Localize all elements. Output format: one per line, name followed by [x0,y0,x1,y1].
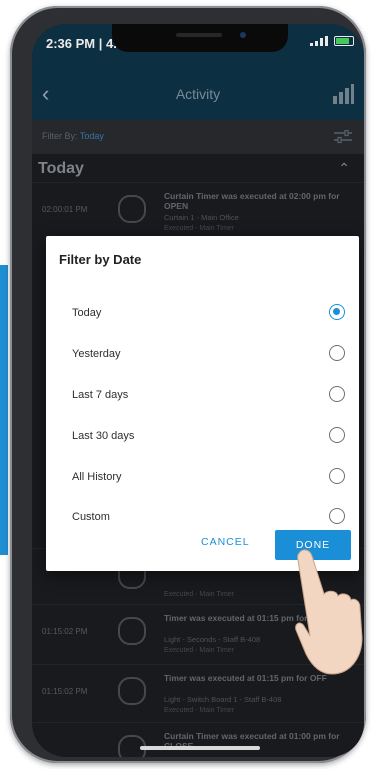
cancel-button[interactable]: CANCEL [201,536,250,548]
radio-button[interactable] [329,345,345,361]
option-label: Today [72,307,102,319]
phone-frame: 2:36 PM | 4.. ‹ Activity Filter By: Toda… [10,6,366,763]
dialog-title: Filter by Date [59,252,142,267]
option-label: Last 30 days [72,430,135,442]
option-label: Custom [72,511,110,523]
radio-button[interactable] [329,468,345,484]
phone-screen: 2:36 PM | 4.. ‹ Activity Filter By: Toda… [32,24,364,757]
radio-button[interactable] [329,427,345,443]
option-yesterday[interactable]: Yesterday [46,336,359,374]
option-today[interactable]: Today [46,295,359,333]
option-label: Last 7 days [72,389,129,401]
radio-dot [333,308,340,315]
radio-button-selected[interactable] [329,304,345,320]
filter-date-dialog: Filter by Date Today Yesterday Last 7 da… [46,236,359,571]
option-last-7-days[interactable]: Last 7 days [46,377,359,415]
radio-button[interactable] [329,386,345,402]
option-last-30-days[interactable]: Last 30 days [46,418,359,456]
option-label: All History [72,471,122,483]
option-label: Yesterday [72,348,121,360]
side-accent-bar [0,265,8,555]
option-all-history[interactable]: All History [46,459,359,497]
pointing-hand-icon [295,549,363,675]
home-indicator[interactable] [140,746,260,750]
radio-button[interactable] [329,508,345,524]
